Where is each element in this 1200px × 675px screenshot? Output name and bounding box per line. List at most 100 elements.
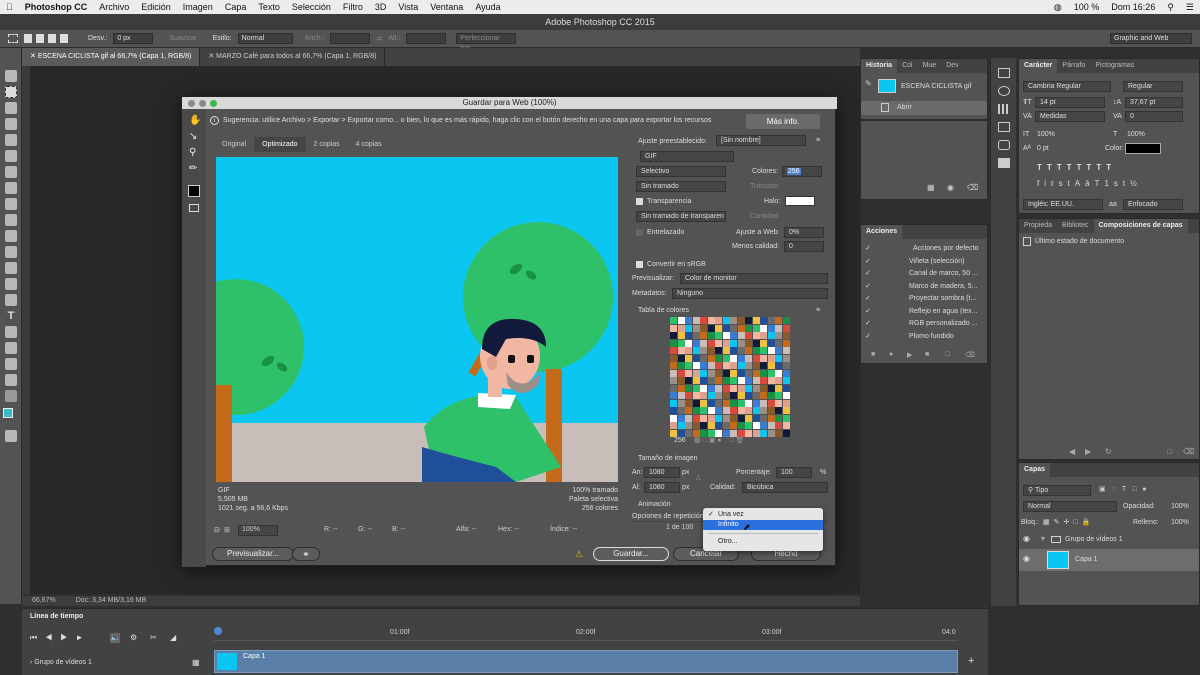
- opentype-buttons[interactable]: fiℓstАāT1st½: [1037, 179, 1187, 191]
- palette-swatch[interactable]: [745, 339, 752, 347]
- palette-swatch[interactable]: [707, 347, 715, 354]
- eyedropper-tool-icon[interactable]: [5, 150, 17, 162]
- palette-swatch[interactable]: [730, 422, 737, 429]
- action-row[interactable]: ✓ RGB personalizado ...: [861, 318, 987, 329]
- palette-swatch[interactable]: [760, 429, 767, 437]
- adjustments-icon[interactable]: [998, 122, 1010, 132]
- menu-archivo[interactable]: Archivo: [93, 2, 135, 12]
- chevron-down-icon[interactable]: ▾: [1041, 534, 1045, 543]
- palette-swatch[interactable]: [692, 399, 700, 407]
- close-window-button[interactable]: [188, 100, 195, 107]
- palette-swatch[interactable]: [722, 362, 730, 369]
- palette-swatch[interactable]: [745, 369, 752, 377]
- eyedropper-tool-icon[interactable]: ✏: [189, 163, 197, 174]
- eraser-tool-icon[interactable]: [5, 230, 17, 242]
- palette-swatch[interactable]: [715, 399, 722, 407]
- palette-swatch[interactable]: [737, 429, 745, 437]
- palette-swatch[interactable]: [730, 354, 737, 362]
- palette-swatch[interactable]: [737, 399, 745, 407]
- palette-swatch[interactable]: [752, 339, 760, 347]
- action-row[interactable]: ✓ Canal de marco, 50 ...: [861, 268, 987, 279]
- tab-swatches[interactable]: Mue: [918, 59, 942, 73]
- palette-swatch[interactable]: [782, 392, 790, 399]
- timeline-clip[interactable]: Capa 1: [214, 650, 958, 673]
- palette-swatch[interactable]: [707, 362, 715, 369]
- palette-swatch[interactable]: [782, 347, 790, 354]
- preview-in-browser-button[interactable]: Previsualizar...: [212, 547, 294, 561]
- palette-swatch[interactable]: [685, 384, 692, 392]
- palette-swatch[interactable]: [677, 339, 685, 347]
- metadata-select[interactable]: Ninguno: [672, 288, 828, 299]
- palette-swatch[interactable]: [737, 369, 745, 377]
- palette-swatch[interactable]: [722, 407, 730, 414]
- palette-swatch[interactable]: [707, 377, 715, 384]
- palette-swatch[interactable]: [775, 354, 782, 362]
- palette-swatch[interactable]: [767, 399, 775, 407]
- palette-swatch[interactable]: [745, 377, 752, 384]
- palette-swatch[interactable]: [767, 362, 775, 369]
- action-row[interactable]: ✓ Reflejo en agua (tex...: [861, 306, 987, 317]
- timeline-title[interactable]: Línea de tiempo: [30, 613, 83, 620]
- format-select[interactable]: GIF: [640, 151, 734, 162]
- zoom-select[interactable]: 100%: [238, 525, 278, 536]
- extras-icon[interactable]: [5, 390, 17, 402]
- palette-swatch[interactable]: [707, 414, 715, 422]
- vertical-scale-value[interactable]: 100%: [1037, 129, 1055, 140]
- palette-swatch[interactable]: [692, 392, 700, 399]
- palette-swatch[interactable]: [752, 384, 760, 392]
- palette-swatch[interactable]: [677, 332, 685, 339]
- lossy-select[interactable]: 0: [784, 241, 824, 252]
- dodge-tool-icon[interactable]: [5, 278, 17, 290]
- menu-filtro[interactable]: Filtro: [337, 2, 369, 12]
- palette-swatch[interactable]: [782, 377, 790, 384]
- checkmark-icon[interactable]: ✓: [865, 306, 871, 317]
- palette-swatch[interactable]: [677, 399, 685, 407]
- lasso-tool-icon[interactable]: [5, 102, 17, 114]
- palette-swatch[interactable]: [730, 399, 737, 407]
- menu-capa[interactable]: Capa: [219, 2, 253, 12]
- font-family-select[interactable]: Cambria Regular: [1023, 81, 1111, 92]
- play-icon[interactable]: ▶: [907, 351, 912, 359]
- palette-swatch[interactable]: [670, 317, 677, 324]
- matte-color-swatch[interactable]: [785, 196, 815, 206]
- checkmark-icon[interactable]: ✓: [865, 268, 871, 279]
- split-clip-icon[interactable]: ✂: [150, 633, 157, 642]
- palette-swatch[interactable]: [707, 399, 715, 407]
- palette-swatch[interactable]: [692, 332, 700, 339]
- palette-swatch[interactable]: [752, 399, 760, 407]
- palette-swatch[interactable]: [677, 429, 685, 437]
- palette-swatch[interactable]: [730, 407, 737, 414]
- palette-swatch[interactable]: [685, 332, 692, 339]
- shape-tool-icon[interactable]: [5, 342, 17, 354]
- palette-swatch[interactable]: [700, 339, 707, 347]
- gradient-tool-icon[interactable]: [5, 246, 17, 258]
- palette-swatch[interactable]: [692, 362, 700, 369]
- palette-swatch[interactable]: [685, 369, 692, 377]
- palette-swatch[interactable]: [685, 362, 692, 369]
- palette-swatch[interactable]: [752, 429, 760, 437]
- interlaced-checkbox[interactable]: Entrelazado: [636, 227, 684, 238]
- palette-swatch[interactable]: [692, 324, 700, 332]
- palette-swatch[interactable]: [715, 347, 722, 354]
- palette-swatch[interactable]: [722, 354, 730, 362]
- palette-swatch[interactable]: [730, 392, 737, 399]
- palette-swatch[interactable]: [730, 339, 737, 347]
- blur-tool-icon[interactable]: [5, 262, 17, 274]
- track-label[interactable]: › Grupo de vídeos 1: [30, 659, 92, 666]
- palette-swatch[interactable]: [685, 347, 692, 354]
- palette-swatch[interactable]: [692, 317, 700, 324]
- opacity-value[interactable]: 100%: [1171, 501, 1189, 512]
- palette-swatch[interactable]: [715, 377, 722, 384]
- palette-swatch[interactable]: [700, 429, 707, 437]
- palette-swatch[interactable]: [700, 369, 707, 377]
- transparency-dither-select[interactable]: Sin tramado de transparen: [636, 211, 726, 222]
- palette-swatch[interactable]: [685, 414, 692, 422]
- palette-swatch[interactable]: [670, 399, 677, 407]
- slice-select-tool-icon[interactable]: ↘: [189, 131, 197, 142]
- swap-icon[interactable]: ⇄: [376, 35, 382, 43]
- type-tool-icon[interactable]: T: [5, 310, 17, 322]
- palette-swatch[interactable]: [722, 369, 730, 377]
- last-document-state[interactable]: Último estado de documento: [1035, 236, 1124, 247]
- browser-select-icon[interactable]: ⚭: [292, 547, 320, 561]
- palette-swatch[interactable]: [767, 429, 775, 437]
